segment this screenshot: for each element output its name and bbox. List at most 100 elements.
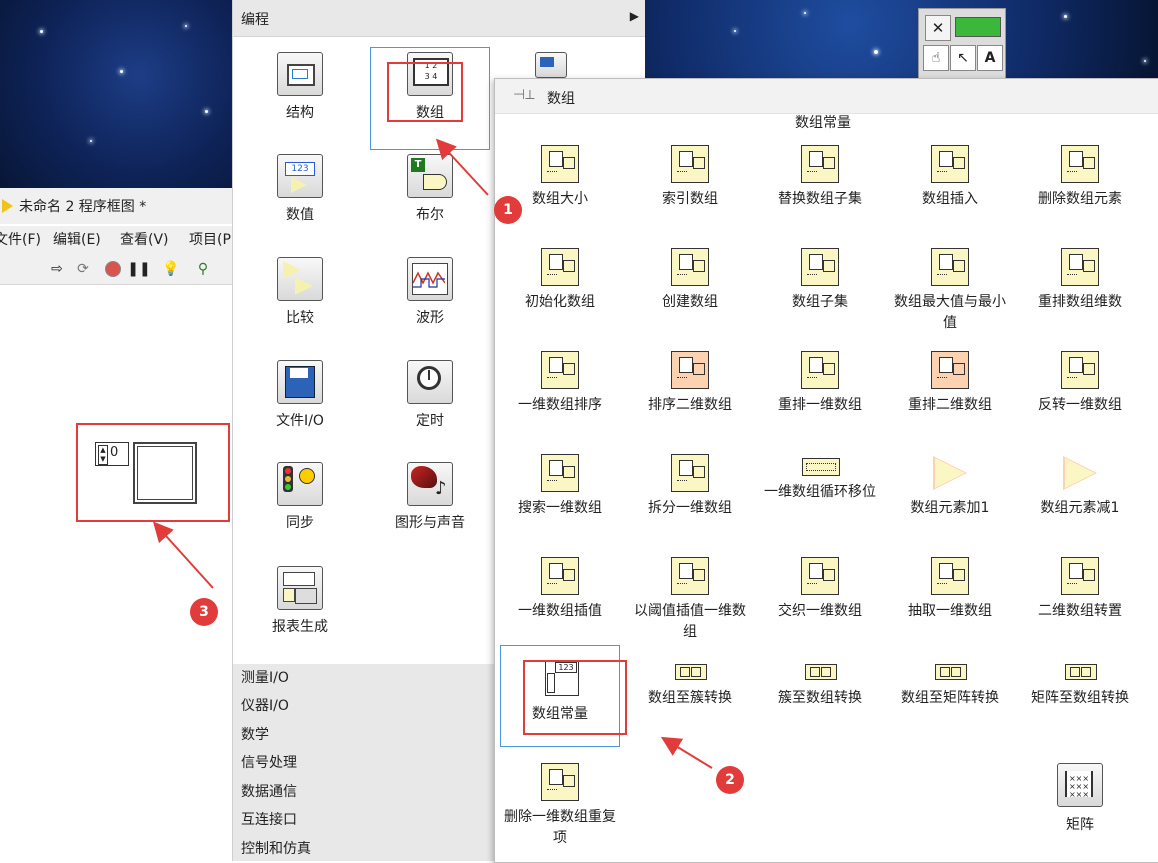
retain-wire-values-icon[interactable]: ⚲	[194, 260, 212, 278]
fn-threshold-1d-array[interactable]: 以阈值插值一维数组	[625, 557, 755, 643]
fn-interpolate-1d-array[interactable]: 一维数组插值	[495, 557, 625, 622]
window-title-bar: 未命名 2 程序框图 *	[0, 188, 232, 224]
labview-app-icon	[2, 199, 13, 213]
category-signal-processing[interactable]: 信号处理	[241, 752, 297, 772]
fn-replace-array-subset[interactable]: 替换数组子集	[755, 145, 885, 210]
run-arrow-icon[interactable]: ⇨	[48, 260, 66, 278]
function-label: 一维数组循环移位	[764, 484, 876, 500]
interpolate-1d-array-icon	[541, 557, 579, 595]
function-label: 反转一维数组	[1038, 397, 1122, 413]
fn-decrement-array-element[interactable]: 数组元素减1	[1015, 454, 1145, 519]
array-max-min-icon	[931, 248, 969, 286]
function-label: 数组最大值与最小值	[894, 294, 1006, 331]
fn-sort-1d-array[interactable]: 一维数组排序	[495, 351, 625, 416]
array-constant-red-highlight	[523, 660, 627, 735]
category-data-communication[interactable]: 数据通信	[241, 781, 297, 801]
fn-remove-duplicates-1d-array[interactable]: 删除一维数组重复项	[495, 763, 625, 849]
build-array-icon	[671, 248, 709, 286]
interleave-1d-arrays-icon	[801, 557, 839, 595]
palette-category-header[interactable]: 编程 ▶	[233, 0, 645, 37]
category-measurement-io[interactable]: 测量I/O	[241, 667, 289, 687]
function-label: 删除数组元素	[1038, 191, 1122, 207]
abort-icon[interactable]	[104, 260, 122, 278]
palette-item-waveform[interactable]: 波形	[375, 253, 485, 327]
pause-icon[interactable]: ❚❚	[127, 260, 150, 278]
array-subset-icon	[801, 248, 839, 286]
reorder-2d-array-icon	[931, 351, 969, 389]
comparison-icon	[275, 253, 325, 301]
function-label: 数组至簇转换	[648, 690, 732, 706]
diagram-widget-red-highlight	[76, 423, 230, 522]
fn-sort-2d-array[interactable]: 排序二维数组	[625, 351, 755, 416]
fn-cluster-to-array[interactable]: 簇至数组转换	[755, 660, 885, 709]
category-connectivity[interactable]: 互连接口	[241, 809, 297, 829]
highlight-execution-icon[interactable]: 💡	[162, 260, 180, 278]
fn-matrix[interactable]: ××× ××× ××× 矩阵	[1015, 763, 1145, 836]
fn-interleave-1d-arrays[interactable]: 交织一维数组	[755, 557, 885, 622]
operate-hand-icon[interactable]: ☝	[923, 45, 949, 71]
fn-array-max-min[interactable]: 数组最大值与最小值	[885, 248, 1015, 334]
category-instrument-io[interactable]: 仪器I/O	[241, 695, 289, 715]
palette-item-file-io[interactable]: 文件I/O	[245, 356, 355, 430]
increment-array-element-icon	[931, 454, 969, 492]
fn-matrix-to-array[interactable]: 矩阵至数组转换	[1015, 660, 1145, 709]
auto-tool-indicator[interactable]	[955, 17, 1001, 37]
function-label: 交织一维数组	[778, 603, 862, 619]
text-tool-icon[interactable]: A	[977, 45, 1003, 71]
fn-split-1d-array[interactable]: 拆分一维数组	[625, 454, 755, 519]
function-label: 以阈值插值一维数组	[634, 603, 746, 640]
function-label: 矩阵至数组转换	[1031, 690, 1129, 706]
palette-item-structure[interactable]: 结构	[245, 48, 355, 122]
run-continuously-icon[interactable]: ⟳	[74, 260, 92, 278]
matrix-to-array-icon	[1061, 660, 1099, 682]
index-array-icon	[671, 145, 709, 183]
position-arrow-icon[interactable]: ↖	[950, 45, 976, 71]
function-label: 二维数组转置	[1038, 603, 1122, 619]
fn-initialize-array[interactable]: 初始化数组	[495, 248, 625, 313]
function-label: 初始化数组	[525, 294, 595, 310]
fn-build-array[interactable]: 创建数组	[625, 248, 755, 313]
fn-insert-into-array[interactable]: 数组插入	[885, 145, 1015, 210]
remove-duplicates-1d-array-icon	[541, 763, 579, 801]
fn-increment-array-element[interactable]: 数组元素加1	[885, 454, 1015, 519]
function-label: 抽取一维数组	[908, 603, 992, 619]
expand-arrow-icon[interactable]: ▶	[630, 9, 639, 23]
fn-reshape-array[interactable]: 重排数组维数	[1015, 248, 1145, 313]
menu-edit[interactable]: 编辑(E)	[53, 229, 101, 249]
canvas-area[interactable]	[0, 284, 232, 861]
fn-reorder-1d-array[interactable]: 重排一维数组	[755, 351, 885, 416]
initialize-array-icon	[541, 248, 579, 286]
palette-item-graphics-sound[interactable]: ♪ 图形与声音	[375, 458, 485, 532]
sort-1d-array-icon	[541, 351, 579, 389]
function-label: 删除一维数组重复项	[504, 809, 616, 846]
fn-reorder-2d-array[interactable]: 重排二维数组	[885, 351, 1015, 416]
menu-file[interactable]: 文件(F)	[0, 229, 41, 249]
tools-wrench-icon[interactable]: ✕	[925, 15, 951, 41]
annotation-badge-3: 3	[190, 598, 218, 626]
menu-project[interactable]: 项目(P	[189, 229, 231, 249]
fn-transpose-2d-array[interactable]: 二维数组转置	[1015, 557, 1145, 622]
fn-decimate-1d-array[interactable]: 抽取一维数组	[885, 557, 1015, 622]
palette-item-partial-icon[interactable]	[535, 52, 567, 78]
palette-item-report-generation[interactable]: 报表生成	[245, 562, 355, 636]
fn-index-array[interactable]: 索引数组	[625, 145, 755, 210]
function-label: 搜索一维数组	[518, 500, 602, 516]
fn-rotate-1d-array[interactable]: 一维数组循环移位	[755, 454, 885, 503]
function-label: 重排数组维数	[1038, 294, 1122, 310]
palette-item-synchronization[interactable]: 同步	[245, 458, 355, 532]
category-mathematics[interactable]: 数学	[241, 724, 269, 744]
function-label: 拆分一维数组	[648, 500, 732, 516]
category-control-simulation[interactable]: 控制和仿真	[241, 838, 311, 858]
palette-item-boolean[interactable]: T 布尔	[375, 150, 485, 224]
rotate-1d-array-icon	[801, 454, 840, 476]
fn-array-to-matrix[interactable]: 数组至矩阵转换	[885, 660, 1015, 709]
palette-item-numeric[interactable]: 123 数值	[245, 150, 355, 224]
fn-array-to-cluster[interactable]: 数组至簇转换	[625, 660, 755, 709]
fn-reverse-1d-array[interactable]: 反转一维数组	[1015, 351, 1145, 416]
fn-search-1d-array[interactable]: 搜索一维数组	[495, 454, 625, 519]
fn-array-subset[interactable]: 数组子集	[755, 248, 885, 313]
menu-view[interactable]: 查看(V)	[120, 229, 169, 249]
palette-item-comparison[interactable]: 比较	[245, 253, 355, 327]
fn-delete-from-array[interactable]: 删除数组元素	[1015, 145, 1145, 210]
palette-item-timing[interactable]: 定时	[375, 356, 485, 430]
